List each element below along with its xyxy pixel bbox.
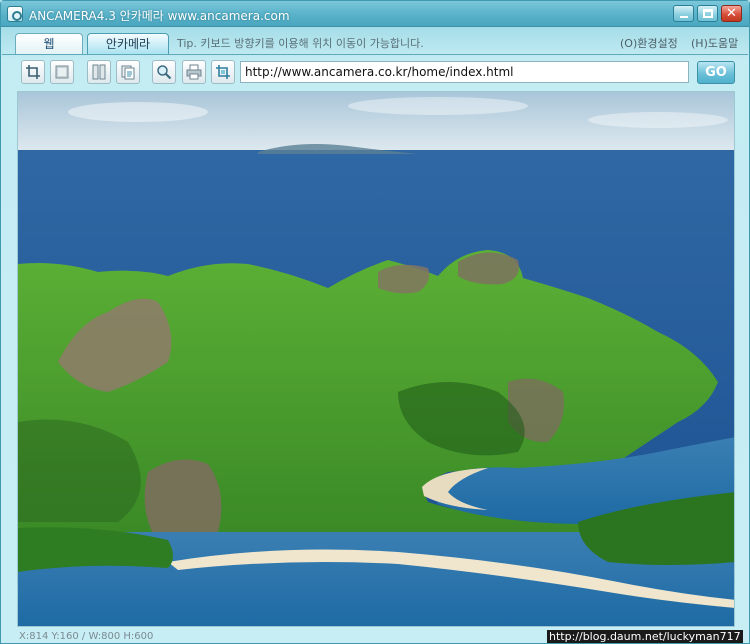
crop-button[interactable] <box>21 60 45 84</box>
url-input[interactable] <box>240 61 689 83</box>
zoom-icon <box>157 65 172 80</box>
tip-text: Tip. 키보드 방향키를 이용해 위치 이동이 가능합니다. <box>177 37 424 50</box>
status-bar: X:814 Y:160 / W:800 H:600 <box>19 631 154 642</box>
tab-ancamera[interactable]: 안카메라 <box>87 33 169 55</box>
copy-page-button[interactable] <box>116 60 140 84</box>
go-button[interactable]: GO <box>697 61 735 84</box>
trim-icon <box>216 65 230 79</box>
maximize-icon <box>703 9 713 18</box>
fullscreen-capture-icon <box>55 65 69 79</box>
tab-divider <box>2 54 748 55</box>
crop-icon <box>26 65 40 79</box>
print-icon <box>186 64 202 80</box>
watermark-url: http://blog.daum.net/luckyman717 <box>547 630 743 643</box>
island-photo <box>18 92 734 626</box>
help-link[interactable]: (H)도움말 <box>691 35 738 51</box>
tab-web[interactable]: 웹 <box>15 33 83 55</box>
minimize-icon <box>680 16 688 18</box>
close-button[interactable]: ✕ <box>721 5 742 22</box>
window-title: ANCAMERA4.3 안카메라 www.ancamera.com <box>29 9 290 23</box>
title-bar[interactable]: ANCAMERA4.3 안카메라 www.ancamera.com ✕ <box>1 1 749 27</box>
settings-link[interactable]: (O)환경설정 <box>620 35 678 51</box>
fullscreen-capture-button[interactable] <box>50 60 74 84</box>
minimize-button[interactable] <box>673 5 694 22</box>
app-logo-icon[interactable] <box>7 6 23 22</box>
split-vertical-icon <box>92 64 106 80</box>
zoom-button[interactable] <box>152 60 176 84</box>
capture-preview[interactable] <box>17 91 735 627</box>
close-icon: ✕ <box>726 6 737 21</box>
maximize-button[interactable] <box>697 5 718 22</box>
app-window: ANCAMERA4.3 안카메라 www.ancamera.com ✕ 웹 안카… <box>0 0 750 644</box>
split-vertical-button[interactable] <box>87 60 111 84</box>
copy-page-icon <box>121 65 135 80</box>
print-button[interactable] <box>182 60 206 84</box>
trim-button[interactable] <box>211 60 235 84</box>
